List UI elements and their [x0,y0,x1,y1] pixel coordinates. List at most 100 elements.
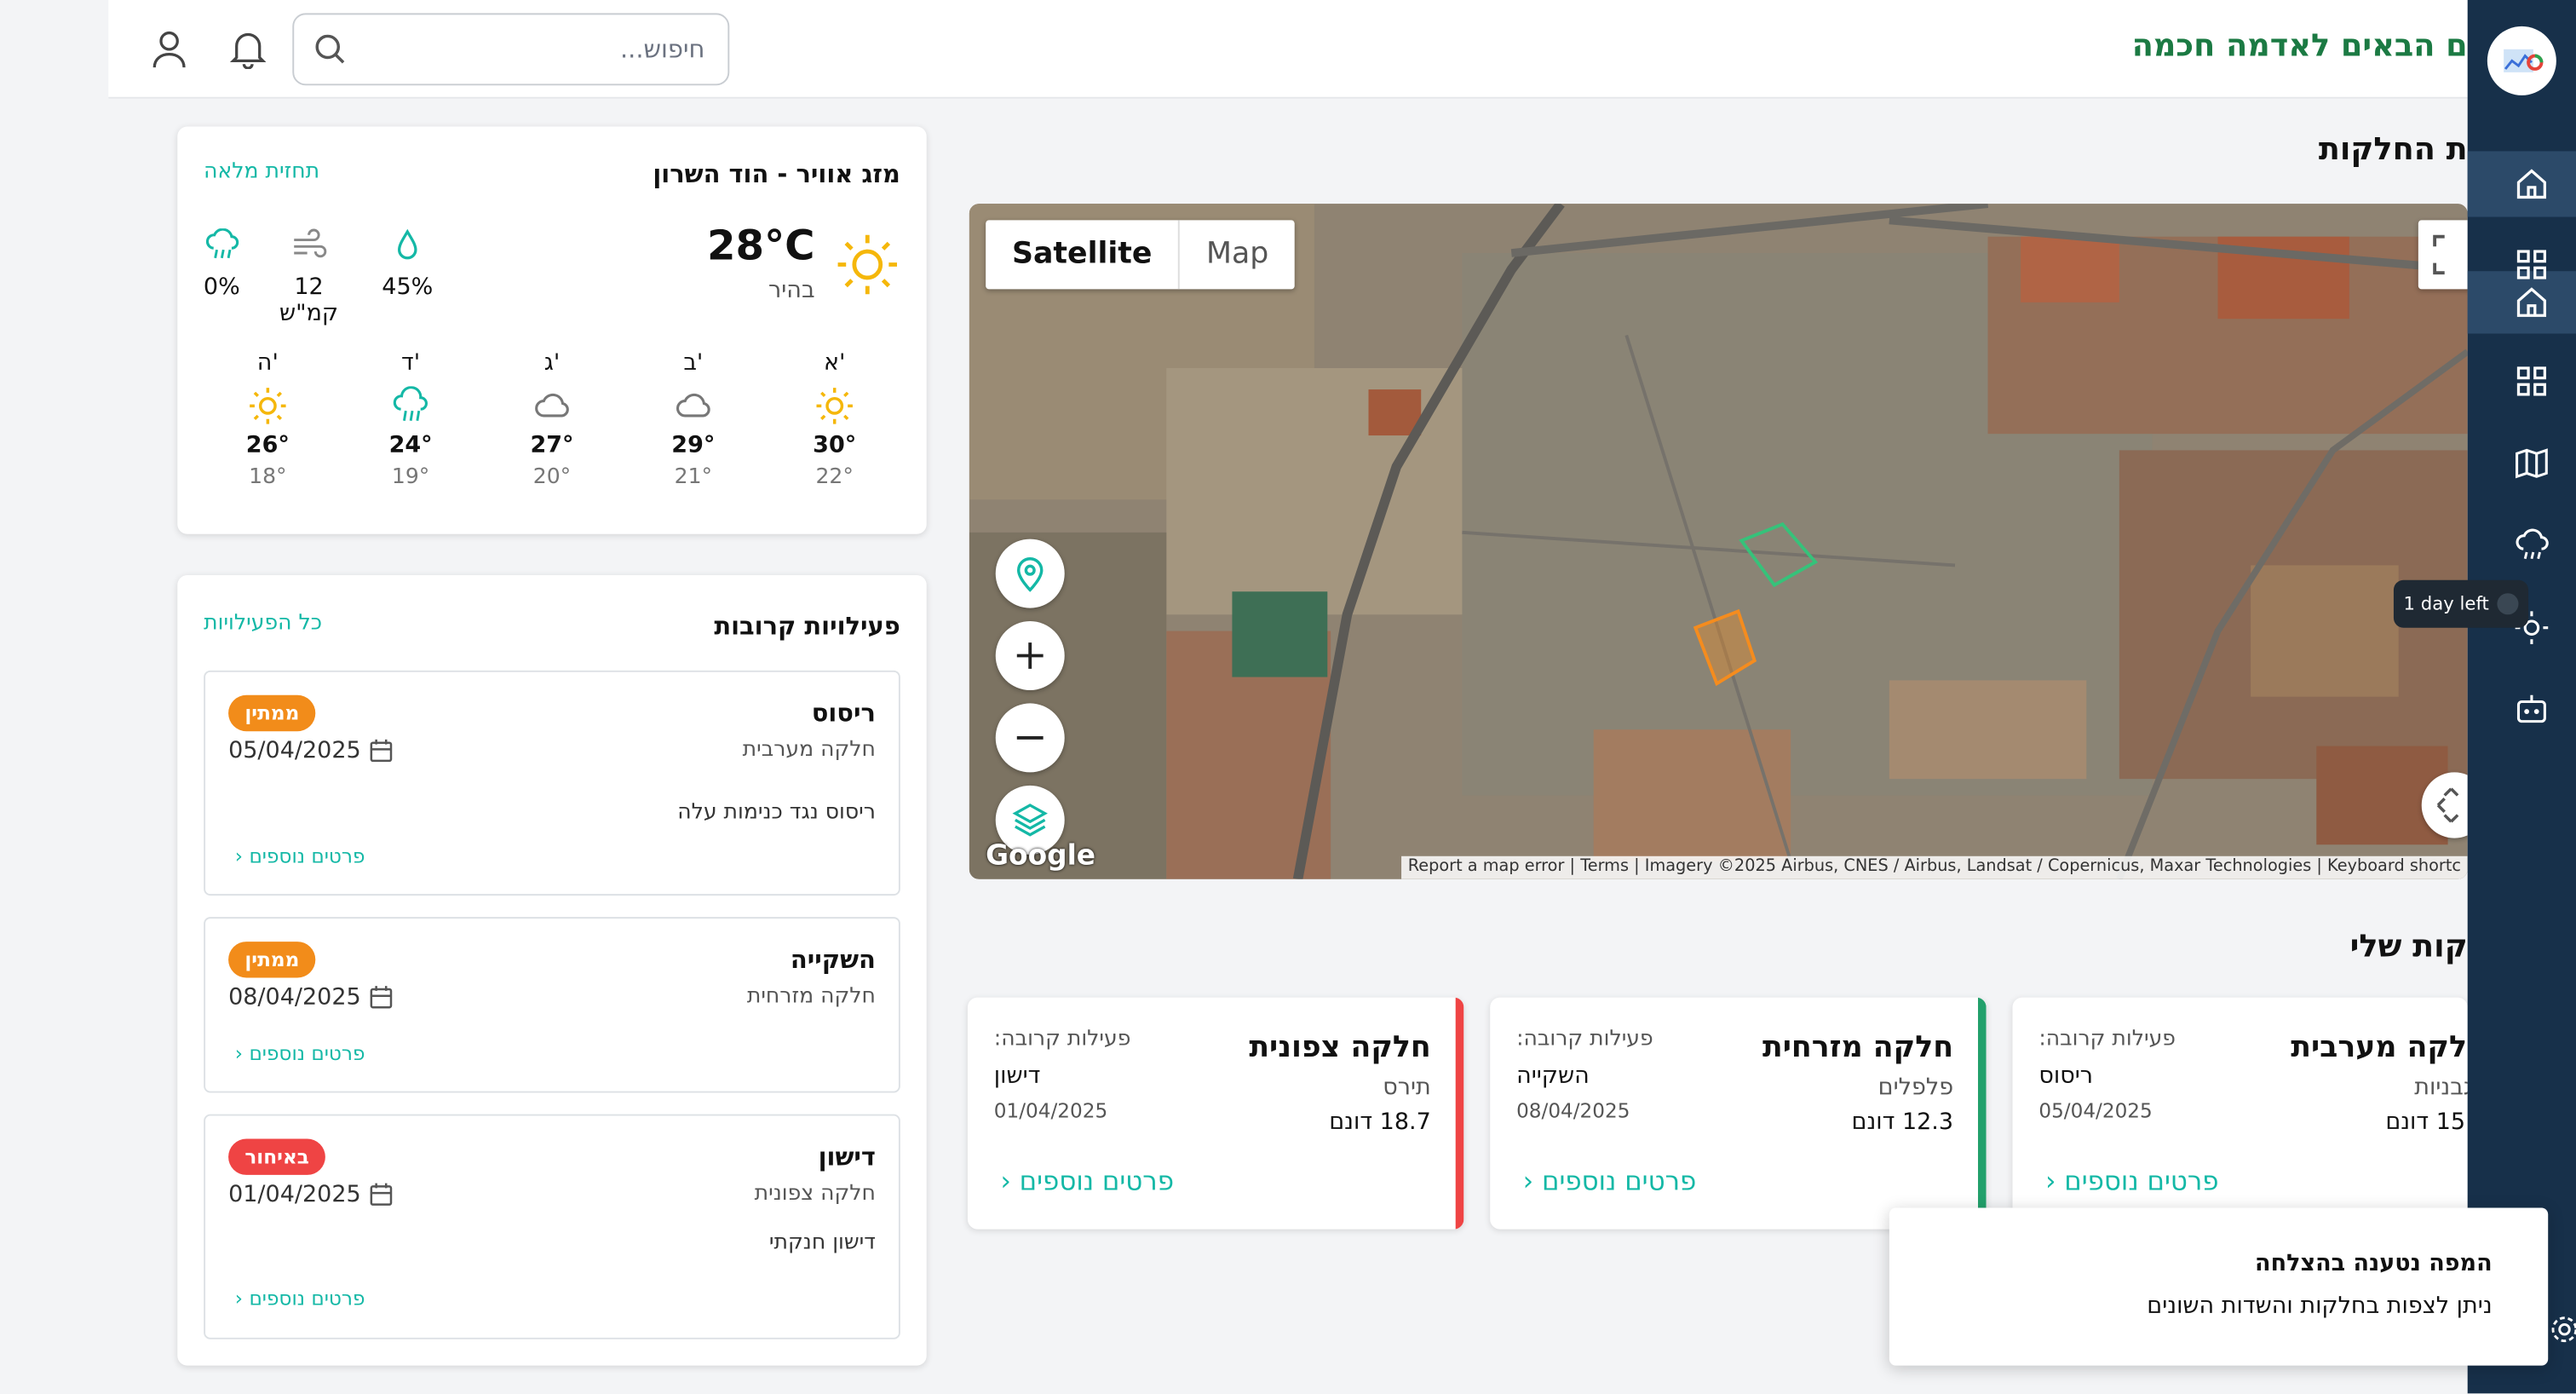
all-activities-link[interactable]: כל הפעילויות [204,611,322,636]
activity-title: השקייה [790,944,876,975]
activity-item[interactable]: דישון חלקה צפונית באיחור 01/04/2025 דישון חנ… [204,1114,900,1339]
grid-icon[interactable] [2514,246,2550,282]
search-icon [315,34,345,64]
chevron-left-icon: ‹ [1000,1165,1011,1196]
forecast-day: א' 30° 22° [777,350,892,490]
droplet-icon [398,228,417,260]
map-view[interactable]: Satellite Map Google Report a map error … [969,204,2468,879]
plus-icon [1016,642,1044,669]
sun-icon [837,234,897,295]
search-placeholder: חיפוש... [619,34,705,65]
robot-icon[interactable] [2514,692,2550,728]
sun-icon [210,386,325,425]
field-crop: פלפלים [1877,1074,1954,1102]
current-temp: 28°C [706,222,815,270]
field-details-link[interactable]: פרטים נוספים ‹ [2045,1165,2218,1196]
weather-cloud-icon[interactable] [2514,527,2550,563]
activity-field: חלקה מערבית [742,737,876,763]
activity-title: דישון [818,1142,876,1172]
upcoming-date: 08/04/2025 [1516,1099,1630,1123]
field-card[interactable]: חלקה מערבית עגבניות 15.5 דונם פעילות קרובה:… [2012,997,2468,1230]
forecast-low: 19° [391,464,430,490]
fullscreen-button[interactable] [2418,220,2468,290]
location-button[interactable] [995,539,1065,608]
humidity-stat: 45% [381,228,434,301]
details-link[interactable]: פרטים נוספים ‹ [235,1042,365,1065]
activity-field: חלקה מזרחית [746,984,876,1010]
forecast-day-name: א' [823,349,846,377]
success-toast: המפה נטענה בהצלחה ניתן לצפות בחלקות והשד… [1889,1207,2549,1366]
field-area: 18.7 דונם [1329,1109,1431,1136]
forecast-low: 22° [815,464,854,490]
field-area: 12.3 דונם [1851,1109,1954,1136]
map-attribution: Report a map error | Terms | Imagery ©20… [1401,855,2468,879]
rain-cloud-icon [205,228,239,259]
status-badge: באיחור [228,1138,326,1175]
sun-icon [777,386,892,425]
forecast-day: ג' 27° 20° [494,350,609,490]
forecast-day-name: ג' [543,349,561,377]
field-card[interactable]: חלקה מזרחית פלפלים 12.3 דונם פעילות קרובה: ה… [1490,997,1987,1230]
field-status-bar [1977,997,1987,1230]
calendar-icon [370,986,392,1009]
calendar-icon [370,739,392,763]
weather-card: מזג אוויר - הוד השרון תחזית מלאה 28°C בה… [177,126,927,534]
field-crop: תירס [1383,1074,1431,1102]
forecast-day: ב' 29° 21° [635,350,750,490]
details-link[interactable]: פרטים נוספים ‹ [235,844,365,867]
bell-icon[interactable] [229,30,267,69]
keyboard-shortcuts-link[interactable]: Keyboard shortc [2327,858,2461,876]
settings-gear-icon[interactable] [2550,1315,2576,1345]
user-icon[interactable] [151,30,187,69]
app-logo [2487,26,2556,95]
terms-link[interactable]: Terms [1580,858,1629,876]
minus-icon [1016,735,1044,740]
satellite-imagery [969,204,2468,879]
full-forecast-link[interactable]: תחזית מלאה [204,159,319,184]
satellite-button[interactable]: Satellite [986,220,1181,290]
sidebar [2467,0,2576,1394]
wind-icon [294,228,327,258]
search-input[interactable]: חיפוש... [292,13,730,86]
zoom-in-button[interactable] [995,620,1065,690]
details-link[interactable]: פרטים נוספים ‹ [235,1287,365,1310]
forecast-high: 29° [671,432,716,459]
forecast-high: 27° [530,432,574,459]
report-error-link[interactable]: Report a map error [1408,858,1565,876]
field-details-link[interactable]: פרטים נוספים ‹ [1523,1165,1696,1196]
forecast-day-name: ב' [683,349,704,377]
chevron-left-icon: ‹ [1522,1165,1534,1196]
activity-date: 05/04/2025 [228,738,394,764]
dashboard-grid-icon[interactable] [2514,363,2550,399]
map-icon[interactable] [2514,446,2550,481]
home-icon [2516,169,2546,199]
activity-item[interactable]: ריסוס חלקה מערבית ממתין 05/04/2025 ריסוס נגד… [204,670,900,896]
field-name: חלקה מערבית [2291,1030,2467,1065]
upcoming-label: פעילות קרובה: [1516,1027,1653,1052]
rocket-icon [2497,593,2519,615]
layers-icon [1012,804,1048,837]
zoom-out-button[interactable] [995,703,1065,773]
activity-item[interactable]: השקייה חלקה מזרחית ממתין 08/04/2025 פרטים נו… [204,917,900,1093]
map-button[interactable]: Map [1180,220,1295,289]
field-card[interactable]: חלקה צפונית תירס 18.7 דונם פעילות קרובה: דיש… [967,997,1464,1230]
forecast-high: 30° [813,432,857,459]
upcoming-label: פעילות קרובה: [2038,1027,2176,1052]
google-logo: Google [986,839,1096,873]
field-area: 15.5 דונם [2385,1109,2467,1136]
forecast-day-name: ה' [256,349,279,377]
activities-title: פעילויות קרובות [714,611,900,642]
brand-title: ם הבאים לאדמה חכמה [2131,27,2468,65]
forecast-low: 20° [532,464,572,490]
chevron-left-icon: ‹ [234,1041,244,1065]
field-details-link[interactable]: פרטים נוספים ‹ [1000,1165,1173,1196]
upcoming-date: 05/04/2025 [2038,1099,2153,1123]
field-status-bar [1455,997,1464,1230]
upcoming-label: פעילות קרובה: [993,1027,1131,1052]
recenter-button[interactable] [2421,772,2468,838]
status-badge: ממתין [228,942,316,978]
forecast-day: ה' 26° 18° [210,350,325,490]
cloud-icon [635,386,750,425]
fields-section-title: קות שלי [2349,928,2468,965]
upcoming-date: 01/04/2025 [993,1099,1108,1123]
